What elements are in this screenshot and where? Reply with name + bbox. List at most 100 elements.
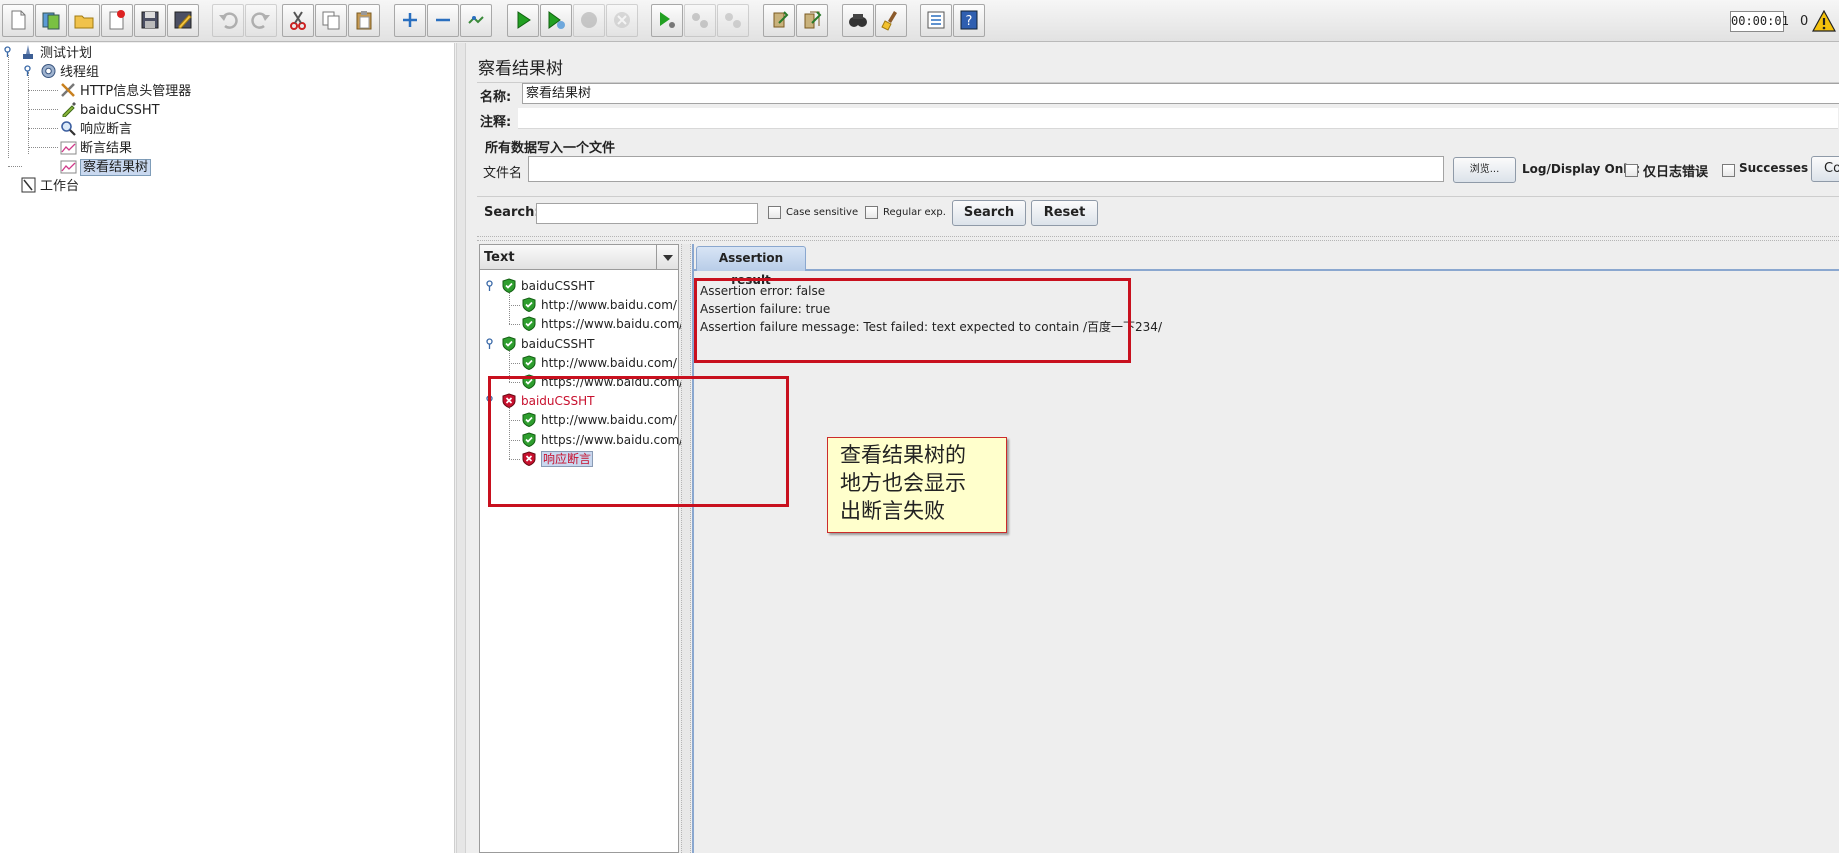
comment-field[interactable] (518, 108, 1838, 129)
tree-node-test-plan[interactable]: 测试计划 (20, 44, 92, 62)
tree-node-sampler[interactable]: baiduCSSHT (60, 101, 160, 119)
annotation-line: 地方也会显示 (840, 471, 966, 495)
expand-icon[interactable] (394, 4, 426, 37)
horizontal-splitter[interactable] (477, 236, 1839, 241)
toggle-icon[interactable] (460, 4, 492, 37)
case-sensitive-checkbox[interactable] (768, 206, 781, 219)
errors-only-label: 仅日志错误 (1643, 165, 1709, 180)
tree-toggle-handle[interactable] (485, 279, 494, 291)
tree-connector (28, 90, 58, 91)
case-sensitive-label: Case sensitive (786, 207, 859, 218)
redo-icon[interactable] (245, 4, 277, 37)
successes-checkbox[interactable] (1722, 164, 1735, 177)
filename-label: 文件名 (483, 166, 523, 181)
result-subresult-node[interactable]: http://www.baidu.com/ (522, 354, 677, 372)
help-icon[interactable]: ? (953, 4, 985, 37)
annotation-highlight-box (694, 278, 1131, 363)
tree-node-workbench[interactable]: 工作台 (20, 177, 79, 195)
copy-icon[interactable] (315, 4, 347, 37)
tree-toggle-handle[interactable] (3, 46, 12, 58)
panel-title: 察看结果树 (478, 59, 563, 79)
remote-stop-icon[interactable] (684, 4, 716, 37)
save-icon[interactable] (134, 4, 166, 37)
result-subresult-node[interactable]: https://www.baidu.com/ (522, 315, 683, 333)
start-icon[interactable] (507, 4, 539, 37)
tree-connector (8, 55, 9, 158)
undo-icon[interactable] (212, 4, 244, 37)
tree-node-thread-group[interactable]: 线程组 (40, 63, 99, 81)
chart-icon (60, 158, 77, 174)
renderer-value: Text (484, 250, 515, 265)
collapse-icon[interactable] (427, 4, 459, 37)
tree-connector (509, 362, 520, 364)
save-as-icon[interactable] (167, 4, 199, 37)
annotation-line: 查看结果树的 (840, 443, 966, 467)
active-threads-count: 0 (1800, 14, 1809, 29)
reset-button[interactable]: Reset (1031, 200, 1098, 226)
start-no-pauses-icon[interactable] (540, 4, 572, 37)
result-sample-node[interactable]: baiduCSSHT (502, 277, 595, 295)
tab-assertion-result[interactable]: Assertion result (696, 246, 806, 287)
result-node-label: https://www.baidu.com/ (541, 317, 684, 332)
pipette-icon (60, 101, 77, 118)
tree-connector (509, 293, 510, 325)
remote-shutdown-icon[interactable] (717, 4, 749, 37)
pass-shield-icon (522, 316, 536, 332)
tree-node-response-assertion[interactable]: 响应断言 (60, 120, 132, 138)
tree-connector (8, 166, 22, 167)
result-node-label: baiduCSSHT (521, 279, 595, 293)
clear-icon[interactable] (763, 4, 795, 37)
chart-icon (60, 139, 77, 155)
regular-exp-checkbox[interactable] (865, 206, 878, 219)
tree-connector (28, 147, 58, 148)
remote-start-icon[interactable] (651, 4, 683, 37)
thread-group-icon (40, 63, 57, 79)
annotation-note: 查看结果树的 地方也会显示 出断言失败 (827, 437, 1007, 533)
errors-only-checkbox[interactable] (1625, 164, 1638, 177)
search-button[interactable]: Search (952, 200, 1026, 226)
tree-node-view-results-tree[interactable]: 察看结果树 (60, 158, 152, 176)
reset-search-icon[interactable] (875, 4, 907, 37)
chevron-down-icon[interactable] (656, 245, 678, 269)
configure-button[interactable]: Co (1811, 156, 1839, 182)
close-icon[interactable] (101, 4, 133, 37)
shutdown-icon[interactable] (606, 4, 638, 37)
result-node-label: http://www.baidu.com/ (541, 298, 677, 313)
svg-text:?: ? (966, 14, 973, 29)
tools-icon (60, 82, 77, 98)
pane-splitter[interactable] (456, 43, 466, 853)
results-splitter[interactable] (681, 244, 691, 853)
pass-shield-icon (502, 278, 516, 294)
tree-node-header-manager[interactable]: HTTP信息头管理器 (60, 82, 191, 100)
cut-icon[interactable] (282, 4, 314, 37)
function-helper-icon[interactable] (920, 4, 952, 37)
name-field[interactable]: 察看结果树 (522, 83, 1839, 104)
search-input[interactable] (536, 203, 758, 224)
new-icon[interactable] (2, 4, 34, 37)
annotation-line: 出断言失败 (840, 499, 945, 523)
paste-icon[interactable] (348, 4, 380, 37)
result-sample-node[interactable]: baiduCSSHT (502, 335, 595, 353)
warning-icon[interactable] (1812, 10, 1836, 32)
renderer-select[interactable]: Text (480, 245, 678, 270)
open-icon[interactable] (68, 4, 100, 37)
templates-icon[interactable] (35, 4, 67, 37)
stop-icon[interactable] (573, 4, 605, 37)
result-tree: Text baiduCSSHT http://www.baidu.com/http… (479, 244, 683, 853)
result-node-label: baiduCSSHT (521, 336, 595, 351)
tree-toggle-handle[interactable] (23, 65, 32, 77)
search-icon[interactable] (842, 4, 874, 37)
toolbar: ? 00:00:01 0 (0, 0, 1839, 42)
search-label: Search: (484, 205, 540, 220)
browse-button[interactable]: 浏览... (1453, 157, 1516, 183)
test-plan-icon (20, 44, 37, 60)
divider (477, 196, 1839, 197)
magnifier-icon (60, 120, 77, 136)
tree-node-assertion-results[interactable]: 断言结果 (60, 139, 132, 157)
pass-shield-icon (522, 297, 536, 313)
clear-all-icon[interactable] (796, 4, 828, 37)
tree-connector (28, 109, 58, 110)
filename-field[interactable] (528, 156, 1444, 182)
result-subresult-node[interactable]: http://www.baidu.com/ (522, 296, 677, 314)
tree-toggle-handle[interactable] (485, 337, 494, 349)
